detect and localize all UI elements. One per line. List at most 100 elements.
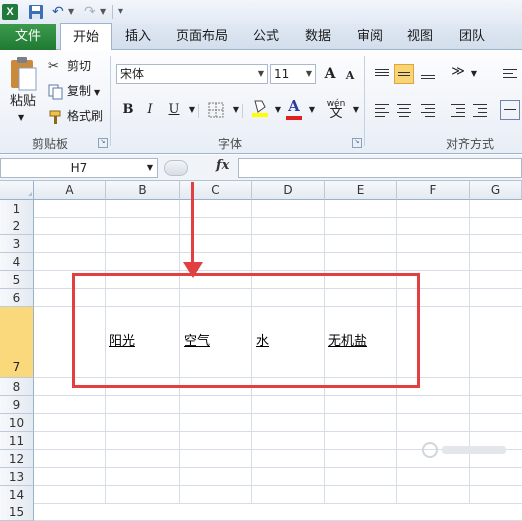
wrap-text-icon[interactable] xyxy=(500,64,520,84)
font-size-value: 11 xyxy=(274,67,290,81)
shrink-font-button[interactable]: A xyxy=(340,66,360,86)
phonetic-guide-icon[interactable]: 文 xyxy=(326,104,346,124)
row-gridline xyxy=(34,485,522,486)
tab-review[interactable]: 审阅 xyxy=(348,24,392,50)
column-header[interactable]: F xyxy=(397,181,470,200)
redo-icon[interactable]: ↷ xyxy=(84,4,100,20)
increase-indent-icon[interactable] xyxy=(470,100,490,120)
font-name-combo[interactable]: 宋体 ▼ xyxy=(116,64,268,84)
cut-button[interactable]: ✂ 剪切 xyxy=(48,56,91,76)
borders-dropdown-icon[interactable]: ▼ xyxy=(226,100,246,120)
row-header[interactable]: 15 xyxy=(0,503,34,521)
row-header[interactable]: 10 xyxy=(0,414,34,432)
underline-dropdown-icon[interactable]: ▼ xyxy=(182,100,202,120)
font-size-combo[interactable]: 11 ▼ xyxy=(270,64,316,84)
formula-input[interactable] xyxy=(238,158,522,178)
tab-page-layout[interactable]: 页面布局 xyxy=(166,24,238,50)
quick-access-toolbar: X ↶ ▼ ↷ ▼ ▾ xyxy=(0,0,522,24)
clipboard-group-label: 剪贴板 xyxy=(31,137,68,151)
redo-dropdown-icon[interactable]: ▼ xyxy=(100,4,116,20)
paste-dropdown-icon[interactable]: ▼ xyxy=(18,108,24,128)
tab-file[interactable]: 文件 xyxy=(0,24,56,50)
row-header[interactable]: 5 xyxy=(0,271,34,289)
grow-font-button[interactable]: A xyxy=(320,64,340,84)
undo-icon[interactable]: ↶ xyxy=(52,4,68,20)
tab-formulas[interactable]: 公式 xyxy=(244,24,288,50)
font-color-dropdown-icon[interactable]: ▼ xyxy=(302,100,322,120)
column-header[interactable]: E xyxy=(325,181,397,200)
font-name-dropdown-icon[interactable]: ▼ xyxy=(258,65,264,83)
scissors-icon: ✂ xyxy=(48,58,59,74)
formula-bar-grip-icon[interactable] xyxy=(164,160,188,176)
row-header[interactable]: 6 xyxy=(0,289,34,307)
row-gridline xyxy=(34,270,522,271)
tab-home[interactable]: 开始 xyxy=(60,23,112,51)
clipboard-launcher-icon[interactable]: ↘ xyxy=(98,138,108,148)
row-header[interactable]: 11 xyxy=(0,432,34,450)
insert-function-button[interactable]: fx xyxy=(216,158,229,173)
paste-icon[interactable] xyxy=(8,56,38,92)
underline-button[interactable]: U xyxy=(164,100,184,120)
bold-button[interactable]: B xyxy=(118,100,138,120)
cut-label: 剪切 xyxy=(67,59,92,73)
align-left-icon[interactable] xyxy=(372,100,392,120)
align-bottom-icon[interactable] xyxy=(418,64,438,84)
copy-button[interactable]: 复制 ▼ xyxy=(48,81,100,101)
align-top-icon[interactable] xyxy=(372,64,392,84)
italic-button[interactable]: I xyxy=(140,100,160,120)
row-gridline xyxy=(34,234,522,235)
phonetic-dropdown-icon[interactable]: ▼ xyxy=(346,100,366,120)
align-middle-icon[interactable] xyxy=(394,64,414,84)
formula-bar: H7 ▼ fx xyxy=(0,155,522,181)
column-header[interactable]: A xyxy=(34,181,106,200)
row-header[interactable]: 3 xyxy=(0,235,34,253)
font-color-swatch xyxy=(286,116,302,120)
row-header[interactable]: 1 xyxy=(0,200,34,218)
formula-controls: fx xyxy=(160,158,238,178)
name-box[interactable]: H7 ▼ xyxy=(0,158,158,178)
row-header[interactable]: 4 xyxy=(0,253,34,271)
name-box-dropdown-icon[interactable]: ▼ xyxy=(147,159,153,177)
font-color-icon[interactable]: A xyxy=(284,96,304,116)
borders-icon[interactable] xyxy=(206,100,226,120)
column-header[interactable]: G xyxy=(470,181,522,200)
row-header[interactable]: 12 xyxy=(0,450,34,468)
decrease-indent-icon[interactable] xyxy=(448,100,468,120)
row-header[interactable]: 14 xyxy=(0,486,34,504)
font-launcher-icon[interactable]: ↘ xyxy=(352,138,362,148)
row-header[interactable]: 8 xyxy=(0,378,34,396)
column-header[interactable]: B xyxy=(106,181,180,200)
font-name-value: 宋体 xyxy=(120,67,145,81)
tab-team[interactable]: 团队 xyxy=(450,24,494,50)
save-icon[interactable] xyxy=(28,4,44,20)
format-painter-button[interactable]: 格式刷 xyxy=(48,106,103,126)
customize-toolbar-icon[interactable]: ▾ xyxy=(118,4,134,20)
tab-insert[interactable]: 插入 xyxy=(116,24,160,50)
copy-dropdown-icon[interactable]: ▼ xyxy=(94,88,100,97)
orientation-dropdown-icon[interactable]: ▼ xyxy=(464,64,484,84)
row-header[interactable]: 7 xyxy=(0,307,34,378)
row-gridline xyxy=(34,503,522,504)
select-all-corner[interactable] xyxy=(0,181,34,200)
column-header[interactable]: D xyxy=(252,181,325,200)
undo-dropdown-icon[interactable]: ▼ xyxy=(68,4,84,20)
tab-view[interactable]: 视图 xyxy=(398,24,442,50)
tab-data[interactable]: 数据 xyxy=(296,24,340,50)
font-group-label: 字体 xyxy=(217,137,242,151)
merge-center-icon[interactable] xyxy=(500,100,520,120)
row-header[interactable]: 13 xyxy=(0,468,34,486)
name-box-value: H7 xyxy=(70,161,88,175)
align-right-icon[interactable] xyxy=(418,100,438,120)
align-center-icon[interactable] xyxy=(394,100,414,120)
group-divider xyxy=(110,56,111,146)
row-gridline xyxy=(34,252,522,253)
annotation-highlight-box xyxy=(72,273,420,388)
row-header[interactable]: 2 xyxy=(0,217,34,235)
font-size-dropdown-icon[interactable]: ▼ xyxy=(306,65,312,83)
row-header[interactable]: 9 xyxy=(0,396,34,414)
row-gridline xyxy=(34,431,522,432)
watermark xyxy=(420,440,510,463)
fill-color-icon[interactable] xyxy=(250,98,270,118)
alignment-group-label: 对齐方式 xyxy=(445,137,494,151)
excel-logo-icon[interactable]: X xyxy=(2,4,18,20)
